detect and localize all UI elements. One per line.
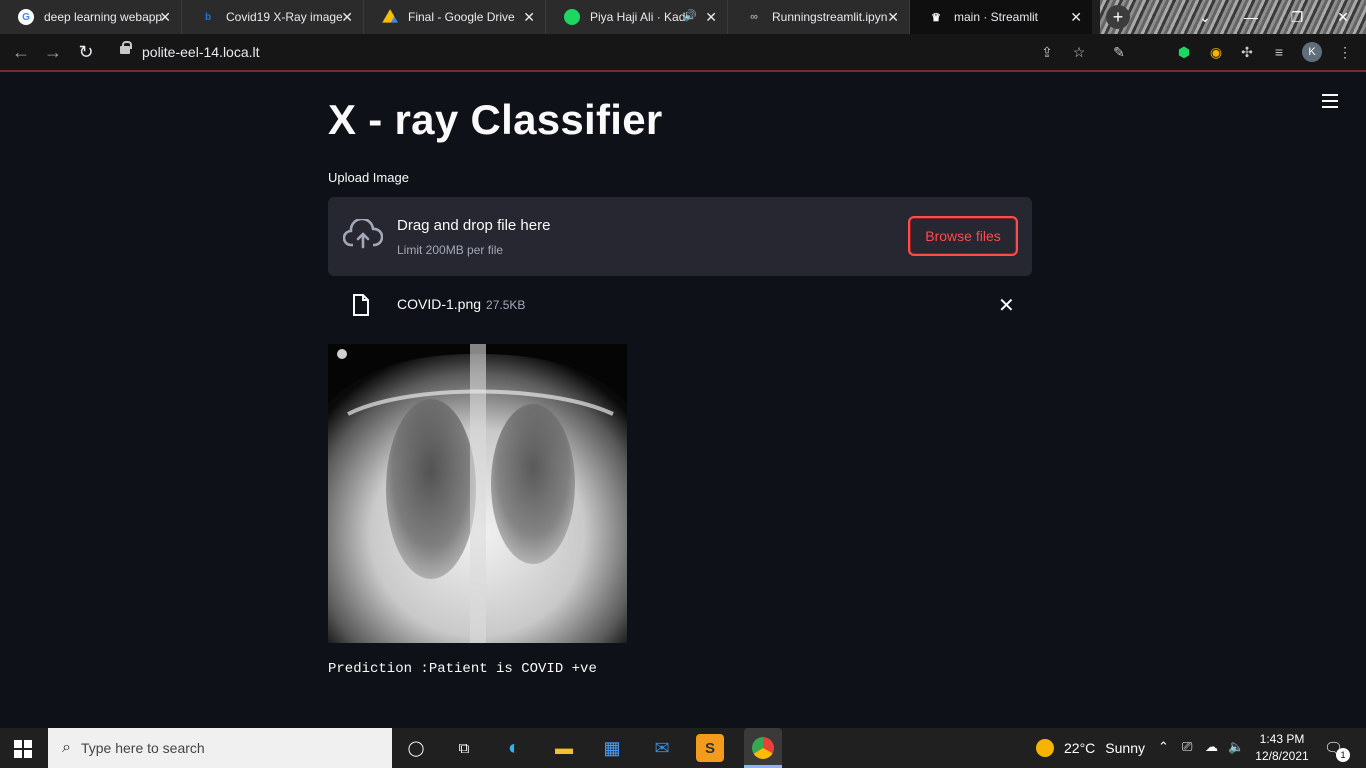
more-menu-icon[interactable]: ⋮ [1336,43,1354,61]
browser-tab[interactable]: Piya Haji Ali · Kad 🔊 ✕ [546,0,728,34]
color-extension-icon[interactable]: ◉ [1207,43,1225,61]
system-clock[interactable]: 1:43 PM 12/8/2021 [1252,731,1312,765]
bing-icon: b [204,11,212,23]
task-view-icon[interactable]: ⧉ [450,734,478,762]
dropzone-limit: Limit 200MB per file [397,243,504,257]
browse-files-button[interactable]: Browse files [908,216,1018,256]
close-window-button[interactable]: ✕ [1320,0,1366,34]
streamlit-icon: ♛ [931,11,941,24]
tab-title: Piya Haji Ali · Kad [590,10,686,24]
volume-icon[interactable]: 🔈 [1228,739,1244,755]
prediction-result: Prediction :Patient is COVID +ve [328,661,597,677]
browser-tab[interactable]: G deep learning webapp ✕ [0,0,182,34]
sublime-text-icon[interactable]: S [696,734,724,762]
show-hidden-icons-chevron-icon[interactable]: ⌃ [1158,739,1169,755]
dropzone-title: Drag and drop file here [397,217,551,234]
pen-extension-icon[interactable]: ✎ [1110,43,1128,61]
back-icon[interactable]: ← [10,41,32,63]
store-icon[interactable]: ▦ [598,734,626,762]
file-name: COVID-1.png [397,296,482,312]
uploaded-file: COVID-1.png 27.5KB ✕ [328,286,1032,326]
edge-icon[interactable]: ◐ [500,734,528,762]
browser-toolbar: ← → ↻ polite-eel-14.loca.lt ⇪ ☆ ✎ ⬢ ◉ ✣ … [0,34,1366,72]
browser-tab[interactable]: ∞ Runningstreamlit.ipyn ✕ [728,0,910,34]
chrome-taskbar-icon[interactable] [744,728,782,768]
streamlit-app: X - ray Classifier Upload Image Drag and… [0,72,1366,728]
url-text[interactable]: polite-eel-14.loca.lt [142,44,260,60]
browser-tab[interactable]: b Covid19 X-Ray image ✕ [182,0,364,34]
spotify-icon [564,9,580,25]
windows-taskbar: ⌕ Type here to search ◯ ⧉ ◐ ▬ ▦ ✉ S 22°C… [0,728,1366,768]
tab-title: Final - Google Drive [408,10,515,24]
forward-icon[interactable]: → [42,41,64,63]
tab-title: deep learning webapp [44,10,162,24]
media-controls-icon[interactable]: ≡ [1270,43,1288,61]
search-icon: ⌕ [62,739,71,756]
notification-count-badge: 1 [1336,748,1350,762]
weather-temp: 22°C [1064,740,1096,756]
address-bar[interactable]: polite-eel-14.loca.lt [108,37,1098,67]
browser-tab-bar: G deep learning webapp ✕ b Covid19 X-Ray… [0,0,1366,34]
page-title: X - ray Classifier [328,96,663,143]
minimize-button[interactable]: — [1228,0,1274,34]
restore-button[interactable]: ❐ [1274,0,1320,34]
uploaded-xray-image [328,344,627,643]
clock-time: 1:43 PM [1259,732,1305,746]
hamburger-menu-icon[interactable] [1322,94,1338,108]
taskbar-search-box[interactable]: ⌕ Type here to search [48,728,392,768]
onedrive-cloud-icon[interactable]: ☁ [1205,739,1218,755]
upload-label: Upload Image [328,170,409,185]
close-tab-icon[interactable]: ✕ [341,9,353,26]
profile-avatar[interactable]: K [1302,42,1322,62]
drive-icon [382,9,398,23]
bookmark-star-icon[interactable]: ☆ [1070,43,1088,61]
sun-icon [1036,739,1054,757]
new-tab-button[interactable]: + [1106,5,1130,29]
close-tab-icon[interactable]: ✕ [523,9,535,26]
remove-file-icon[interactable]: ✕ [998,293,1015,318]
shield-extension-icon[interactable]: ⬢ [1175,43,1193,61]
share-icon[interactable]: ⇪ [1038,43,1056,61]
browser-tab-active[interactable]: ♛ main · Streamlit ✕ [910,0,1092,34]
google-icon: G [18,9,34,25]
browser-tab[interactable]: Final - Google Drive ✕ [364,0,546,34]
close-tab-icon[interactable]: ✕ [159,9,171,26]
search-placeholder: Type here to search [80,740,205,756]
file-explorer-icon[interactable]: ▬ [550,734,578,762]
tab-search-icon[interactable]: ⌄ [1182,0,1228,34]
meet-now-icon[interactable]: ⎚ [1182,739,1192,755]
lock-icon [120,41,132,54]
file-icon [353,294,369,316]
reload-icon[interactable]: ↻ [75,41,97,63]
windows-start-icon[interactable] [14,740,32,758]
clock-date: 12/8/2021 [1255,749,1309,763]
tab-title: Covid19 X-Ray image [226,10,343,24]
file-size: 27.5KB [486,298,526,312]
close-tab-icon[interactable]: ✕ [1070,9,1082,26]
file-dropzone[interactable]: Drag and drop file here Limit 200MB per … [328,197,1032,276]
cloud-upload-icon [343,219,383,249]
speaker-icon[interactable]: 🔊 [683,9,697,22]
close-tab-icon[interactable]: ✕ [887,9,899,26]
tab-title: main · Streamlit [954,10,1039,24]
weather-condition: Sunny [1105,740,1145,756]
tab-title: Runningstreamlit.ipyn [772,10,888,24]
extensions-puzzle-icon[interactable]: ✣ [1238,43,1256,61]
colab-icon: ∞ [750,11,758,23]
mail-icon[interactable]: ✉ [648,734,676,762]
close-tab-icon[interactable]: ✕ [705,9,717,26]
weather-widget[interactable]: 22°C Sunny [1036,739,1145,757]
cortana-icon[interactable]: ◯ [402,734,430,762]
